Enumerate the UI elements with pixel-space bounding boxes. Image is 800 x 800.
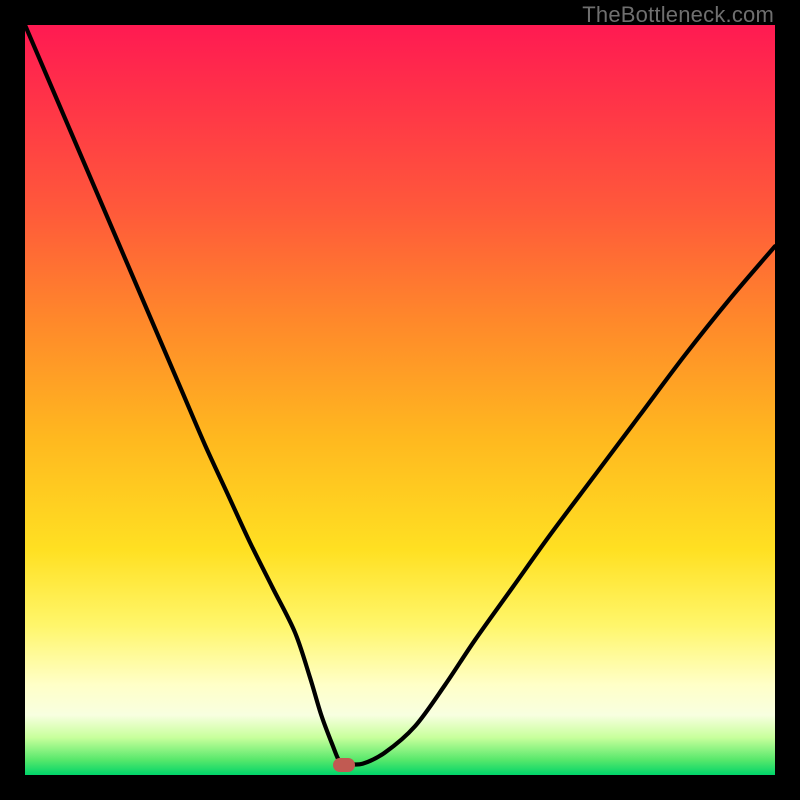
optimal-marker bbox=[333, 758, 355, 772]
chart-frame: TheBottleneck.com bbox=[0, 0, 800, 800]
bottleneck-curve bbox=[25, 25, 775, 775]
plot-area bbox=[25, 25, 775, 775]
